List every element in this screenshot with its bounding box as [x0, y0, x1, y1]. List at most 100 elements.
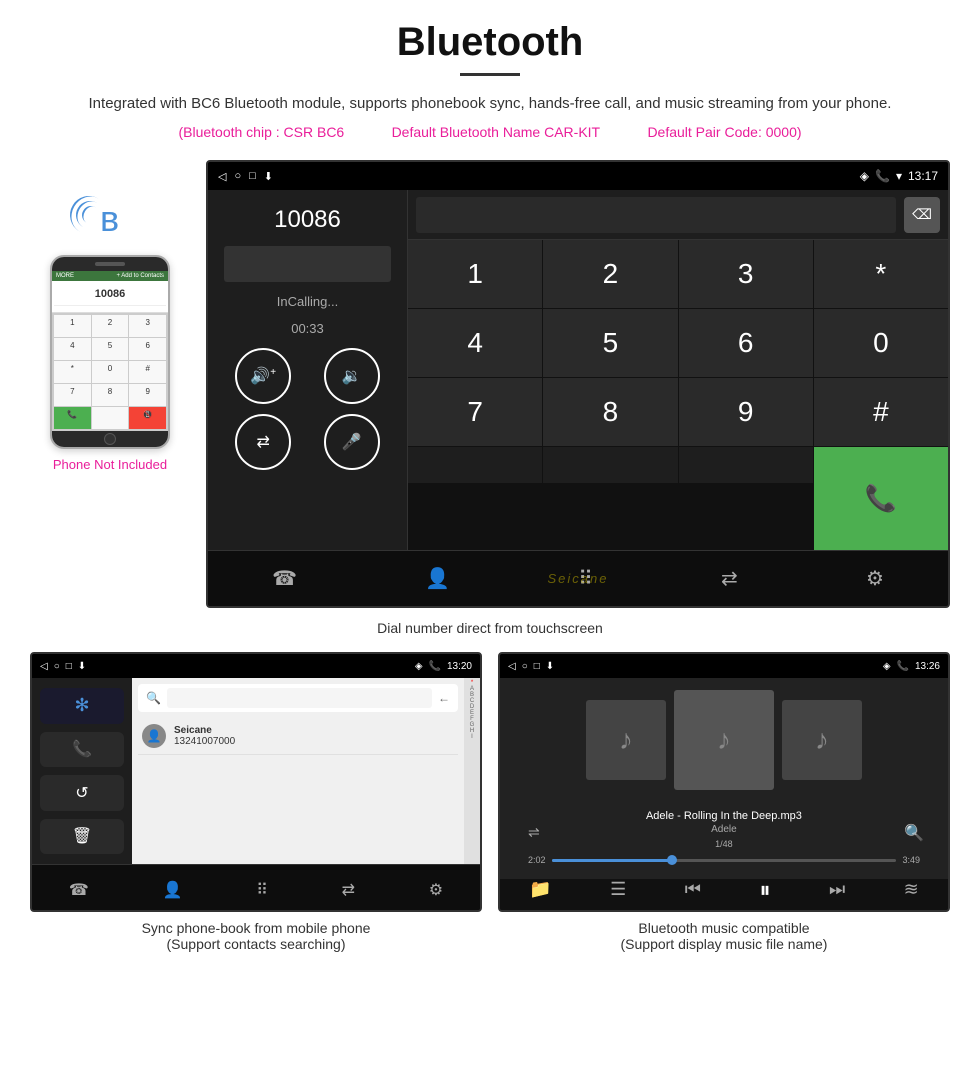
- dial-key-hash[interactable]: #: [814, 378, 948, 446]
- pb-square-icon[interactable]: □: [66, 661, 72, 672]
- contacts-icon[interactable]: 👤: [425, 566, 450, 591]
- phone-home-btn[interactable]: [104, 433, 116, 445]
- mic-btn[interactable]: 🎤: [324, 414, 380, 470]
- phone-key-9[interactable]: 9: [129, 384, 166, 406]
- phone-key-0[interactable]: 0: [92, 361, 129, 383]
- page-wrapper: Bluetooth Integrated with BC6 Bluetooth …: [0, 0, 980, 992]
- bottom-screenshots: ◁ ○ □ ⬇ ◈ 📞 13:20 ✻ 📞 ↺: [30, 652, 950, 952]
- phone-not-included-label: Phone Not Included: [53, 457, 167, 472]
- phone-top-bar: [52, 257, 168, 271]
- bluetooth-waves-area: ʙ: [80, 190, 140, 245]
- phone-key-1[interactable]: 1: [54, 315, 91, 337]
- delete-sidebar-btn[interactable]: 🗑: [40, 819, 124, 855]
- music-prev-icon[interactable]: ⏮: [685, 879, 701, 900]
- phone-key-4[interactable]: 4: [54, 338, 91, 360]
- bt-sidebar-icon[interactable]: ✻: [40, 688, 124, 724]
- main-screenshot-row: ʙ MORE + Add to Contacts 10086: [30, 160, 950, 608]
- phone-key-2[interactable]: 2: [92, 315, 129, 337]
- music-search-icon[interactable]: 🔍: [896, 823, 932, 843]
- alpha-i[interactable]: I: [471, 734, 473, 740]
- square-icon[interactable]: □: [249, 170, 256, 182]
- phone-screen: MORE + Add to Contacts 10086 1 2 3 4 5 6: [52, 271, 168, 431]
- phone-key-7[interactable]: 7: [54, 384, 91, 406]
- phonebook-bottom-bar: ☎ 👤 ⠿ ⇄ ⚙: [32, 864, 480, 912]
- pb-settings-icon[interactable]: ⚙: [429, 880, 443, 900]
- pb-call-icon[interactable]: ☎: [69, 880, 89, 900]
- phone-bottom-bar: [52, 431, 168, 447]
- volume-down-btn[interactable]: 🔉: [324, 348, 380, 404]
- pb-download-icon: ⬇: [78, 661, 86, 672]
- dialpad-grid: 1 2 3 * 4 5 6 0 7 8 9 #: [408, 240, 948, 550]
- pb-back-icon[interactable]: ◁: [40, 661, 48, 672]
- dial-key-4[interactable]: 4: [408, 309, 542, 377]
- dial-key-empty3: [679, 447, 813, 483]
- transfer-btn[interactable]: ⇄: [235, 414, 291, 470]
- status-left: ◁ ○ □ ⬇: [218, 170, 273, 183]
- shuffle-icon[interactable]: ⇌: [516, 824, 552, 841]
- pb-home-icon[interactable]: ○: [54, 661, 60, 672]
- music-list-icon[interactable]: ☰: [610, 879, 626, 900]
- search-input[interactable]: [167, 688, 432, 708]
- phone-call-btn[interactable]: 📞: [54, 407, 91, 429]
- music-home-icon[interactable]: ○: [522, 661, 528, 672]
- music-eq-icon[interactable]: ≋: [904, 879, 919, 900]
- music-square-icon[interactable]: □: [534, 661, 540, 672]
- transfer-screen-icon[interactable]: ⇄: [721, 566, 738, 591]
- phone-status-icon: 📞: [875, 169, 890, 183]
- dial-key-1[interactable]: 1: [408, 240, 542, 308]
- music-screen-wrap: ◁ ○ □ ⬇ ◈ 📞 13:26 ♪ ♪ ♪: [498, 652, 950, 952]
- phone-key-3[interactable]: 3: [129, 315, 166, 337]
- pb-location-icon: ◈: [415, 661, 423, 672]
- phone-key-8[interactable]: 8: [92, 384, 129, 406]
- delete-btn[interactable]: ⌫: [904, 197, 940, 233]
- call-buttons: 🔊+ 🔉 ⇄ 🎤: [224, 348, 391, 470]
- home-icon[interactable]: ○: [234, 170, 241, 182]
- alphabet-scroll[interactable]: * A B C D E F G H I: [464, 678, 480, 864]
- dial-key-5[interactable]: 5: [543, 309, 677, 377]
- bluetooth-waves: ʙ: [80, 190, 140, 245]
- volume-up-btn[interactable]: 🔊+: [235, 348, 291, 404]
- location-icon: ◈: [860, 169, 869, 183]
- dial-key-8[interactable]: 8: [543, 378, 677, 446]
- call-status: InCalling...: [277, 294, 338, 309]
- sync-sidebar-btn[interactable]: ↺: [40, 775, 124, 811]
- phone-add-contact: + Add to Contacts: [116, 273, 164, 279]
- dial-key-9[interactable]: 9: [679, 378, 813, 446]
- dial-key-0[interactable]: 0: [814, 309, 948, 377]
- music-back-icon[interactable]: ◁: [508, 661, 516, 672]
- call-sidebar-btn[interactable]: 📞: [40, 732, 124, 768]
- dial-key-2[interactable]: 2: [543, 240, 677, 308]
- phone-key-star[interactable]: *: [54, 361, 91, 383]
- dialpad-input[interactable]: [416, 197, 896, 233]
- pb-contacts-icon[interactable]: 👤: [163, 880, 183, 900]
- car-screen-content: 10086 InCalling... 00:33 🔊+ 🔉 ⇄ 🎤: [208, 190, 948, 550]
- call-status-bar: ◁ ○ □ ⬇ ◈ 📞 ▾ 13:17: [208, 162, 948, 190]
- dial-key-6[interactable]: 6: [679, 309, 813, 377]
- dial-call-btn[interactable]: 📞: [814, 447, 948, 550]
- dial-key-star[interactable]: *: [814, 240, 948, 308]
- phone-key-5[interactable]: 5: [92, 338, 129, 360]
- contact-item[interactable]: 👤 Seicane 13241007000: [138, 718, 458, 755]
- phonebook-main: 🔍 ← 👤 Seicane 13241007000: [132, 678, 480, 864]
- pb-transfer-icon[interactable]: ⇄: [342, 880, 355, 900]
- pb-dialpad-icon[interactable]: ⠿: [256, 880, 268, 900]
- settings-icon[interactable]: ⚙: [866, 566, 884, 591]
- specs-line: (Bluetooth chip : CSR BC6 Default Blueto…: [30, 124, 950, 140]
- pb-search-bar[interactable]: 🔍 ←: [138, 684, 458, 712]
- music-progress-track[interactable]: [552, 859, 897, 862]
- call-transfer-icon[interactable]: ☎: [272, 566, 297, 591]
- phone-key-hash[interactable]: #: [129, 361, 166, 383]
- phone-menu-label: MORE: [56, 273, 74, 279]
- music-time: 13:26: [915, 661, 940, 672]
- music-track-num: 1/48: [552, 839, 896, 849]
- music-next-icon[interactable]: ⏭: [829, 879, 845, 900]
- pb-back-arrow[interactable]: ←: [438, 691, 450, 705]
- phone-key-6[interactable]: 6: [129, 338, 166, 360]
- music-progress-thumb[interactable]: [667, 855, 677, 865]
- back-icon[interactable]: ◁: [218, 170, 226, 183]
- dial-key-7[interactable]: 7: [408, 378, 542, 446]
- phone-end-btn[interactable]: 📵: [129, 407, 166, 429]
- dial-key-3[interactable]: 3: [679, 240, 813, 308]
- music-play-icon[interactable]: ⏸: [759, 877, 770, 903]
- music-folder-icon[interactable]: 📁: [529, 879, 551, 900]
